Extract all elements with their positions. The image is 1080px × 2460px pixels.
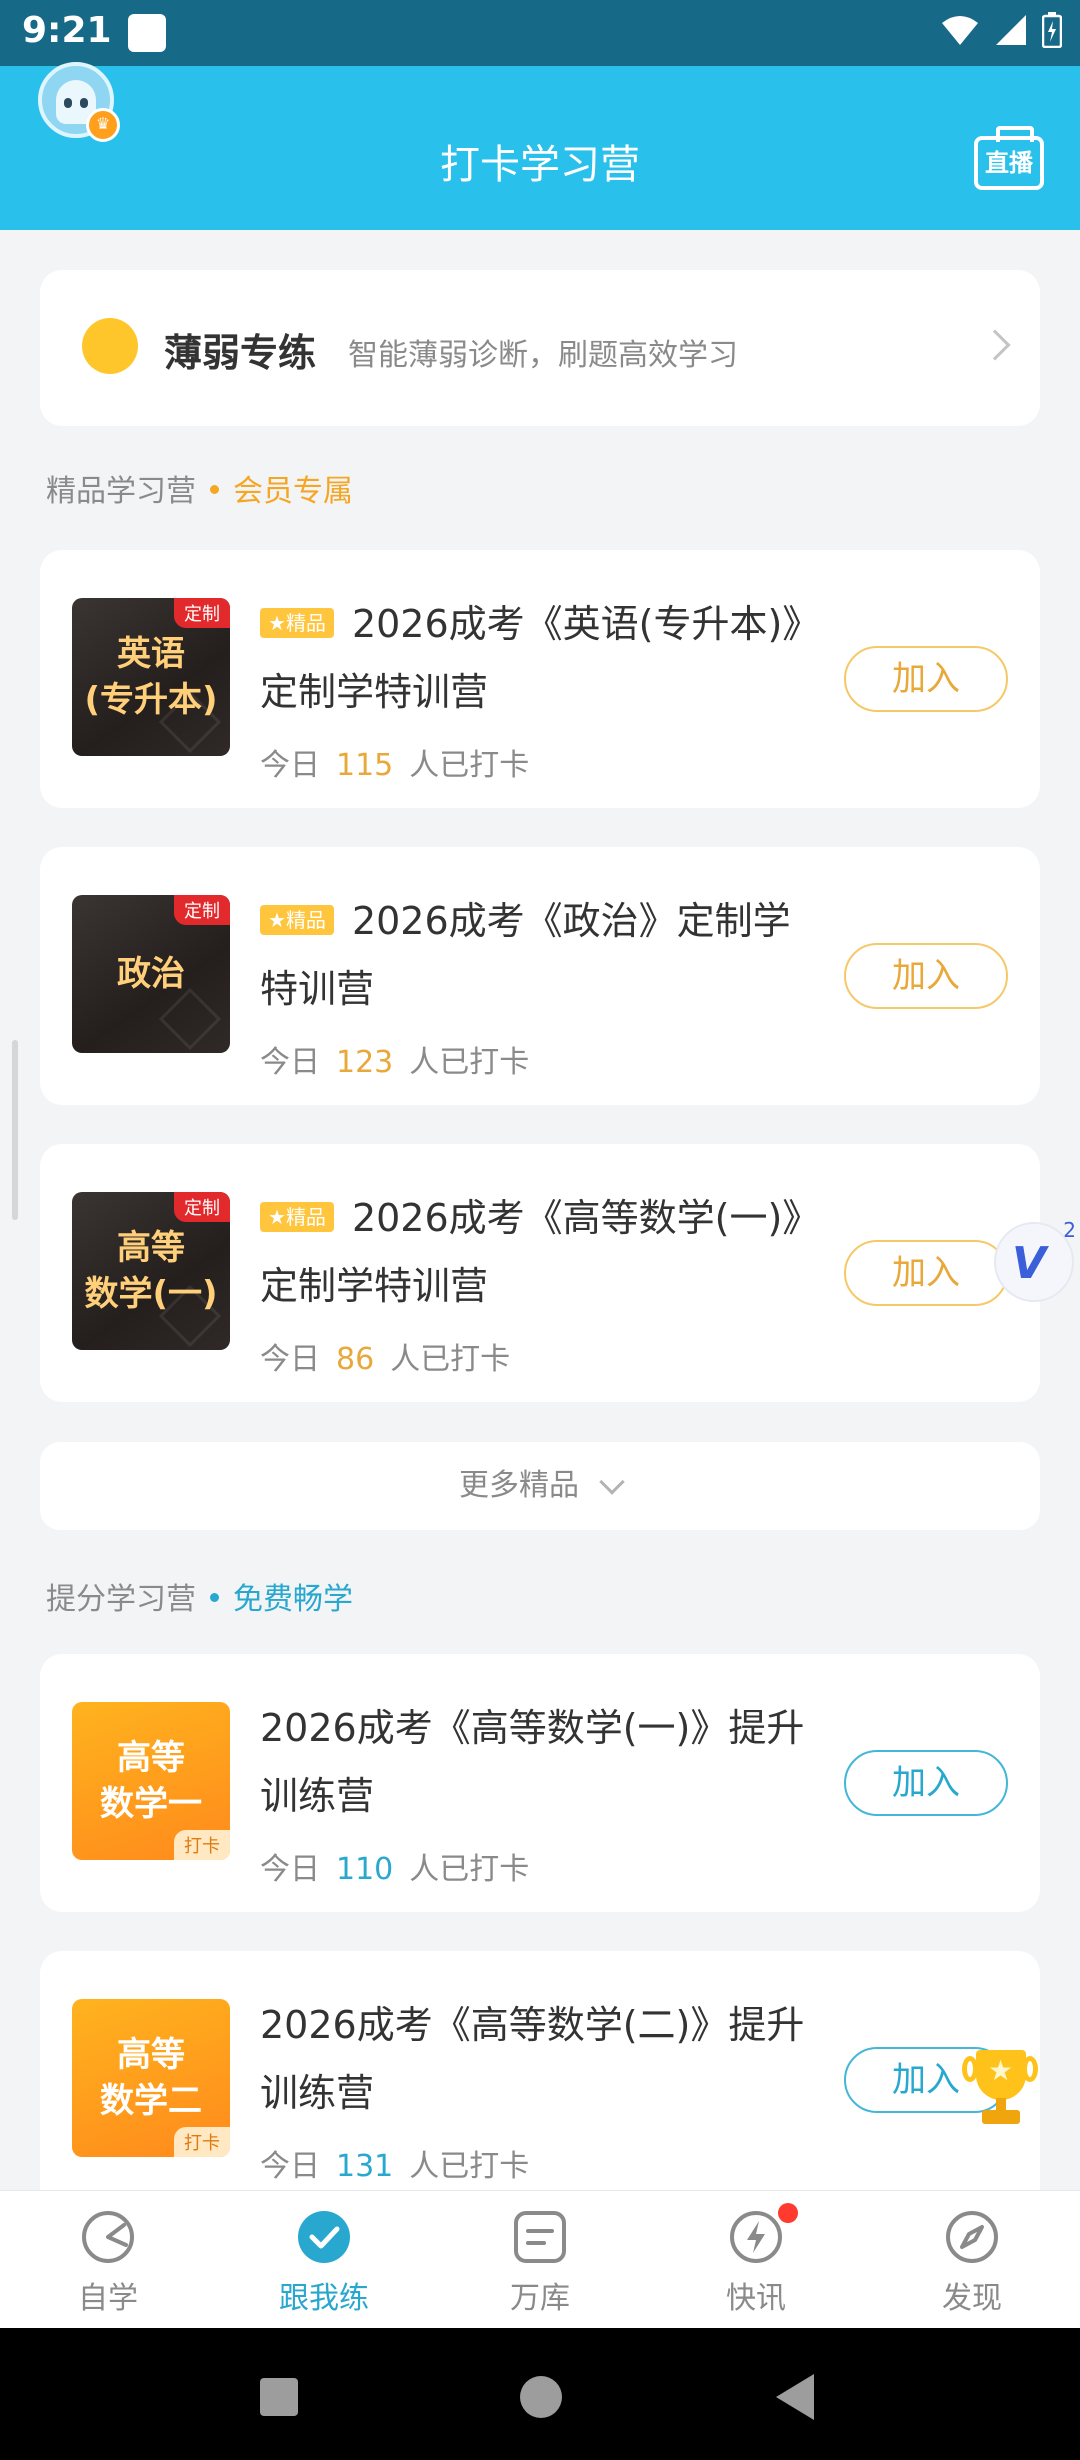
status-time: 9:21: [22, 10, 112, 51]
checkin-count: 131: [336, 2149, 394, 2184]
chevron-down-icon: [599, 1468, 625, 1495]
checkin-count: 110: [336, 1852, 394, 1887]
status-icons: [940, 12, 1062, 48]
signal-icon: [996, 15, 1026, 45]
library-icon: [512, 2209, 568, 2265]
tab-library[interactable]: 万库: [460, 2209, 620, 2317]
section-title: 精品学习营: [46, 474, 196, 509]
battery-icon: [1042, 12, 1062, 48]
checkin-count: 115: [336, 748, 394, 783]
camp-title: ★精品 2026成考《高等数学(一)》定制学特训营: [260, 1196, 802, 1308]
page-title: 打卡学习营: [440, 142, 640, 188]
camp-title: ★精品 2026成考《政治》定制学特训营: [260, 899, 791, 1011]
weak-practice-title: 薄弱专练: [164, 331, 317, 375]
tab-label: 快讯: [726, 2281, 786, 2316]
more-label: 更多精品: [459, 1468, 579, 1503]
bottom-tab-bar: 自学 跟我练 万库 快讯 发现: [0, 2190, 1080, 2328]
premium-badge: ★精品: [260, 904, 334, 935]
section-tag: 免费畅学: [233, 1582, 353, 1617]
camp-cover: 政治 定制: [72, 895, 230, 1053]
camp-checkin-stats: 今日 131 人已打卡: [260, 2149, 530, 2184]
system-nav-bar: [0, 2328, 1080, 2460]
section-tag: 会员专属: [233, 474, 353, 509]
tab-discover[interactable]: 发现: [892, 2209, 1052, 2317]
camp-cover: 高等 数学二 打卡: [72, 1999, 230, 2157]
camp-checkin-stats: 今日 110 人已打卡: [260, 1852, 530, 1887]
status-bar: 9:21: [0, 0, 1080, 66]
free-section-header: 提分学习营 免费畅学: [46, 1574, 353, 1618]
home-button[interactable]: [520, 2376, 562, 2418]
tab-news[interactable]: 快讯: [676, 2203, 836, 2317]
checkin-count: 123: [336, 1045, 394, 1080]
premium-badge: ★精品: [260, 1201, 334, 1232]
compass-icon: [944, 2209, 1000, 2265]
camp-card[interactable]: 政治 定制 ★精品 2026成考《政治》定制学特训营 今日 123 人已打卡 加入: [40, 847, 1040, 1105]
tab-label: 跟我练: [279, 2281, 369, 2316]
weak-practice-card[interactable]: 薄弱专练 智能薄弱诊断，刷题高效学习: [40, 270, 1040, 426]
more-premium-button[interactable]: 更多精品: [40, 1442, 1040, 1530]
camp-card[interactable]: 高等 数学(一) 定制 ★精品 2026成考《高等数学(一)》定制学特训营 今日 8…: [40, 1144, 1040, 1402]
checkin-badge: 打卡: [174, 2127, 230, 2157]
notification-icon: [128, 14, 166, 52]
back-button[interactable]: [776, 2374, 814, 2420]
weak-practice-subtitle: 智能薄弱诊断，刷题高效学习: [348, 338, 738, 373]
camp-cover: 高等 数学一 打卡: [72, 1702, 230, 1860]
camp-card[interactable]: 高等 数学二 打卡 2026成考《高等数学(二)》提升训练营 今日 131 人已打卡…: [40, 1951, 1040, 2209]
notification-dot: [778, 2203, 798, 2223]
section-title: 提分学习营: [46, 1582, 196, 1617]
camp-checkin-stats: 今日 123 人已打卡: [260, 1045, 530, 1080]
tab-self-study[interactable]: 自学: [28, 2209, 188, 2317]
tab-label: 自学: [78, 2281, 138, 2316]
live-button[interactable]: 直播: [974, 136, 1044, 190]
scrollbar[interactable]: [12, 1040, 18, 1220]
join-button[interactable]: 加入: [844, 1750, 1008, 1816]
dot-separator: [210, 485, 219, 494]
camp-cover: 英语 (专升本) 定制: [72, 598, 230, 756]
chevron-right-icon: [979, 329, 1011, 361]
tab-label: 发现: [942, 2281, 1002, 2316]
dot-separator: [210, 1593, 219, 1602]
smile-bubble-icon: [82, 318, 138, 374]
camp-checkin-stats: 今日 115 人已打卡: [260, 748, 530, 783]
custom-badge: 定制: [174, 598, 230, 628]
checkin-count: 86: [336, 1342, 375, 1377]
camp-card[interactable]: 英语 (专升本) 定制 ★精品 2026成考《英语(专升本)》定制学特训营 今日 1…: [40, 550, 1040, 808]
v-count: 2: [1063, 1218, 1076, 1242]
floating-v-button[interactable]: V 2: [994, 1218, 1076, 1302]
join-button[interactable]: 加入: [844, 1240, 1008, 1306]
camp-card[interactable]: 高等 数学一 打卡 2026成考《高等数学(一)》提升训练营 今日 110 人已打卡…: [40, 1654, 1040, 1912]
join-button[interactable]: 加入: [844, 646, 1008, 712]
lightning-icon: [728, 2203, 798, 2265]
wifi-icon: [942, 16, 978, 45]
join-button[interactable]: 加入: [844, 943, 1008, 1009]
camp-checkin-stats: 今日 86 人已打卡: [260, 1342, 511, 1377]
camp-cover: 高等 数学(一) 定制: [72, 1192, 230, 1350]
check-circle-icon: [296, 2209, 352, 2265]
tab-label: 万库: [510, 2281, 570, 2316]
self-study-icon: [80, 2209, 136, 2265]
tab-practice[interactable]: 跟我练: [244, 2209, 404, 2317]
custom-badge: 定制: [174, 1192, 230, 1222]
premium-badge: ★精品: [260, 607, 334, 638]
premium-section-header: 精品学习营 会员专属: [46, 466, 353, 510]
camp-title: ★精品 2026成考《英语(专升本)》定制学特训营: [260, 602, 802, 714]
custom-badge: 定制: [174, 895, 230, 925]
v-logo-icon: V: [1012, 1238, 1047, 1289]
recents-button[interactable]: [260, 2378, 298, 2416]
trophy-icon[interactable]: ★: [958, 2044, 1042, 2134]
camp-title: 2026成考《高等数学(二)》提升训练营: [260, 2003, 805, 2115]
camp-title: 2026成考《高等数学(一)》提升训练营: [260, 1706, 805, 1818]
avatar[interactable]: ♛: [38, 62, 120, 142]
checkin-badge: 打卡: [174, 1830, 230, 1860]
